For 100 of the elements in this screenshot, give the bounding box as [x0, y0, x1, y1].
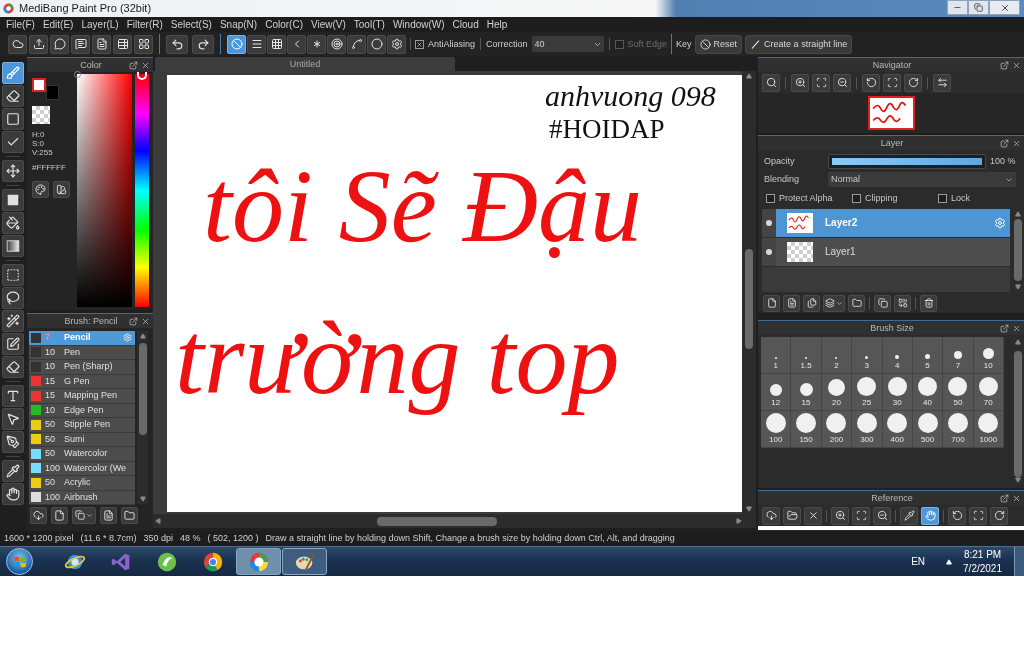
tool-button[interactable] [812, 73, 830, 92]
toolbar-button[interactable] [50, 34, 69, 54]
brush-size-option[interactable]: 100 [761, 411, 792, 448]
brush-size-option[interactable]: 12 [761, 374, 792, 411]
brush-item[interactable]: 50 Acrylic [29, 476, 135, 491]
brush-size-option[interactable]: 3 [852, 337, 883, 374]
brush-size-option[interactable]: 150 [791, 411, 822, 448]
popout-icon[interactable] [1000, 60, 1009, 70]
menu-item[interactable]: Cloud [452, 19, 479, 30]
tool-button[interactable] [2, 333, 24, 355]
brush-size-option[interactable]: 20 [821, 374, 853, 411]
brush-size-option[interactable]: 4 [882, 337, 913, 374]
tool-button[interactable] [831, 506, 849, 525]
brush-item[interactable]: 50 Watercolor [29, 447, 135, 462]
brush-size-option[interactable]: 700 [943, 411, 974, 448]
scroll-up-icon[interactable] [139, 333, 146, 339]
tool-button[interactable] [948, 506, 966, 525]
menu-item[interactable]: Edit(E) [42, 19, 74, 30]
tool-button[interactable] [848, 294, 865, 312]
brush-size-option[interactable]: 2 [821, 337, 853, 374]
restore-button[interactable] [968, 0, 989, 15]
brush-size-option[interactable]: 5 [912, 337, 944, 374]
snap-button[interactable] [327, 34, 346, 54]
scroll-down-icon[interactable] [139, 496, 146, 502]
settings-icon[interactable] [994, 217, 1006, 229]
saturation-value-picker[interactable] [77, 74, 132, 307]
snap-button[interactable] [267, 34, 286, 54]
opacity-slider[interactable] [828, 153, 986, 169]
toolbar-button[interactable] [71, 34, 90, 54]
tool-button[interactable] [894, 294, 911, 312]
popout-icon[interactable] [129, 316, 138, 326]
tool-button[interactable] [823, 294, 845, 312]
tool-button[interactable] [2, 212, 24, 234]
tool-button[interactable] [990, 506, 1008, 525]
scrollbar[interactable] [1012, 337, 1024, 485]
tool-option-button[interactable]: Create a straight line [745, 34, 853, 54]
brush-size-option[interactable]: 300 [852, 411, 883, 448]
swatch-book-button[interactable] [53, 181, 70, 198]
toolbar-button[interactable] [134, 34, 153, 54]
snap-button[interactable] [307, 34, 326, 54]
brush-size-option[interactable]: 10 [973, 337, 1004, 374]
tool-button[interactable] [2, 108, 24, 130]
brush-size-option[interactable]: 15 [791, 374, 822, 411]
checkbox[interactable] [852, 193, 861, 203]
brush-size-option[interactable]: 1000 [973, 411, 1004, 448]
palette-button[interactable] [32, 181, 49, 198]
toolbar-button[interactable] [113, 34, 132, 54]
show-desktop-button[interactable] [1014, 547, 1024, 576]
blending-dropdown[interactable]: Normal [828, 172, 1016, 187]
snap-button[interactable] [367, 34, 386, 54]
menu-item[interactable]: Filter(R) [126, 19, 163, 30]
tool-button[interactable] [920, 294, 937, 312]
drawing-canvas[interactable]: anhvuong 098 #HOIDAP tôi Sẽ Đậu trường top [167, 75, 742, 512]
brush-size-option[interactable]: 70 [973, 374, 1004, 411]
menu-item[interactable]: Layer(L) [81, 19, 119, 30]
close-icon[interactable] [141, 316, 150, 326]
tool-button[interactable] [2, 287, 24, 309]
transparent-swatch[interactable] [32, 106, 50, 124]
tool-button[interactable] [900, 506, 918, 525]
toolbar-button[interactable] [29, 34, 48, 54]
tool-button[interactable] [2, 460, 24, 482]
popout-icon[interactable] [1000, 138, 1009, 148]
color-swatch[interactable] [46, 85, 59, 100]
scrollbar[interactable] [742, 71, 756, 514]
brush-item[interactable]: 50 Stipple Pen [29, 418, 135, 433]
visibility-toggle[interactable] [762, 238, 776, 266]
close-icon[interactable] [1012, 493, 1021, 503]
snap-button[interactable] [227, 34, 246, 54]
tool-button[interactable] [2, 235, 24, 257]
tool-button[interactable] [904, 73, 922, 92]
tool-button[interactable] [2, 385, 24, 407]
tool-button[interactable] [2, 189, 24, 211]
tool-button[interactable] [51, 506, 68, 524]
brush-size-option[interactable]: 200 [821, 411, 853, 448]
close-icon[interactable] [1012, 323, 1021, 333]
brush-size-option[interactable]: 400 [882, 411, 913, 448]
brush-size-option[interactable]: 40 [912, 374, 944, 411]
scrollbar-thumb[interactable] [745, 249, 753, 349]
scrollbar-thumb[interactable] [377, 516, 497, 526]
tool-button[interactable] [762, 73, 780, 92]
menu-item[interactable]: Color(C) [265, 19, 303, 30]
brush-size-option[interactable]: 7 [943, 337, 974, 374]
tool-button[interactable] [852, 506, 870, 525]
scroll-down-icon[interactable] [1015, 477, 1021, 483]
close-icon[interactable] [1012, 60, 1021, 70]
brush-size-option[interactable]: 30 [882, 374, 913, 411]
popout-icon[interactable] [129, 60, 138, 70]
close-icon[interactable] [1012, 138, 1021, 148]
scrollbar-thumb[interactable] [1014, 351, 1022, 477]
tool-button[interactable] [2, 356, 24, 378]
document-tab[interactable]: Untitled [155, 57, 455, 71]
brush-size-option[interactable]: 500 [912, 411, 944, 448]
undo-button[interactable] [166, 34, 188, 54]
snap-button[interactable] [387, 34, 406, 54]
checkbox[interactable] [938, 193, 947, 203]
toolbar-button[interactable] [92, 34, 111, 54]
menu-item[interactable]: Help [486, 19, 508, 30]
tool-button[interactable] [873, 506, 891, 525]
tool-button[interactable] [2, 483, 24, 505]
visibility-toggle[interactable] [762, 209, 776, 237]
